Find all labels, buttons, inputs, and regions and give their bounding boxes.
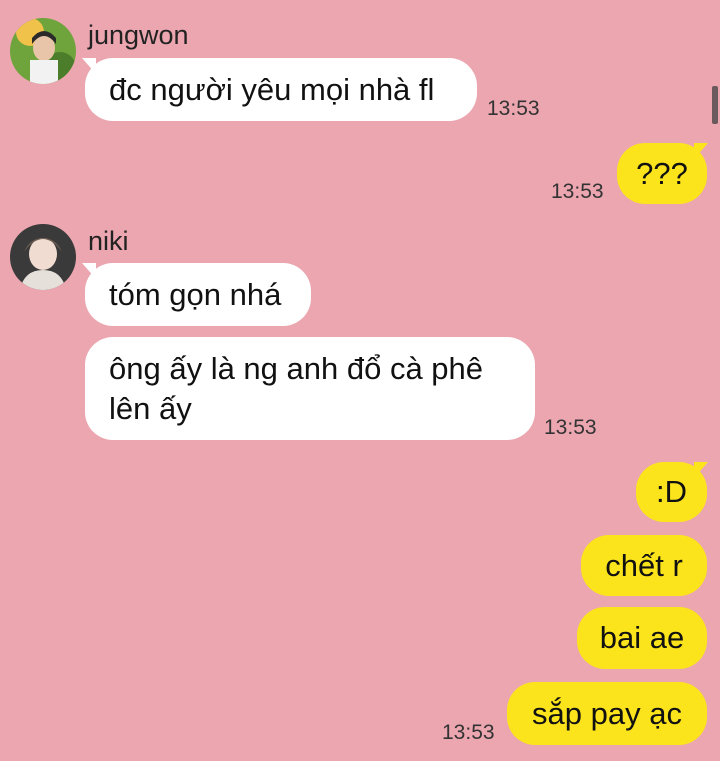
message-bubble-niki[interactable]: tóm gọn nhá — [85, 263, 311, 326]
message-bubble-outgoing[interactable]: ??? — [617, 143, 707, 204]
message-text: :D — [656, 474, 687, 509]
message-timestamp: 13:53 — [551, 180, 604, 203]
message-text-line: lên ấy — [109, 391, 192, 426]
message-timestamp: 13:53 — [442, 721, 495, 744]
sender-name-jungwon: jungwon — [88, 20, 189, 50]
avatar-jungwon[interactable] — [10, 18, 76, 84]
message-bubble-niki[interactable]: ông ấy là ng anh đổ cà phê lên ấy — [85, 337, 535, 440]
sender-name-niki: niki — [88, 226, 129, 256]
message-bubble-outgoing[interactable]: sắp pay ạc — [507, 682, 707, 745]
message-bubble-outgoing[interactable]: chết r — [581, 535, 707, 596]
message-timestamp: 13:53 — [487, 97, 540, 120]
avatar-niki[interactable] — [10, 224, 76, 290]
message-text: sắp pay ạc — [532, 695, 682, 731]
message-text: ??? — [636, 155, 688, 191]
message-text: đc người yêu mọi nhà fl — [109, 71, 435, 107]
message-timestamp: 13:53 — [544, 416, 597, 439]
message-bubble-jungwon[interactable]: đc người yêu mọi nhà fl — [85, 58, 477, 121]
message-text-line: ông ấy là ng anh đổ cà phê — [109, 351, 484, 386]
scrollbar[interactable] — [712, 86, 718, 124]
message-text: bai ae — [599, 620, 685, 655]
message-text: tóm gọn nhá — [109, 276, 282, 312]
message-bubble-outgoing[interactable]: :D — [636, 462, 707, 522]
message-bubble-outgoing[interactable]: bai ae — [577, 607, 707, 669]
message-text: chết r — [605, 547, 683, 583]
